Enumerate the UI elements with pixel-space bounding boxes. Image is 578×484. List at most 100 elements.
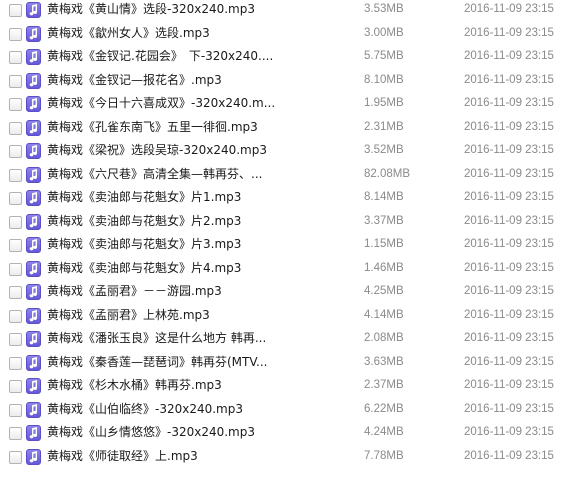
file-row[interactable]: 黄梅戏《卖油郎与花魁女》片2.mp3 3.37MB 2016-11-09 23:15 — [0, 212, 578, 236]
select-checkbox[interactable] — [9, 192, 22, 205]
file-name-link[interactable]: 黄梅戏《今日十六喜成双》-320x240.m... — [47, 94, 275, 112]
file-modified-date: 2016-11-09 23:15 — [464, 449, 554, 462]
file-name-link[interactable]: 黄梅戏《卖油郎与花魁女》片4.mp3 — [47, 259, 241, 277]
music-note-icon-glyph — [29, 215, 38, 227]
music-note-icon — [26, 237, 41, 253]
file-name-link[interactable]: 黄梅戏《卖油郎与花魁女》片2.mp3 — [47, 212, 241, 230]
music-note-icon-glyph — [29, 27, 38, 39]
select-checkbox[interactable] — [9, 380, 22, 393]
file-list: 黄梅戏《黄山情》选段-320x240.mp3 3.53MB 2016-11-09 2… — [0, 0, 578, 484]
music-note-icon-glyph — [29, 333, 38, 345]
file-name-link[interactable]: 黄梅戏《山伯临终》-320x240.mp3 — [47, 400, 243, 418]
file-name-link[interactable]: 黄梅戏《金钗记—报花名》.mp3 — [47, 71, 222, 89]
file-name-link[interactable]: 黄梅戏《金钗记.花园会》 下-320x240.... — [47, 47, 273, 65]
select-checkbox[interactable] — [9, 286, 22, 299]
file-name-link[interactable]: 黄梅戏《卖油郎与花魁女》片1.mp3 — [47, 188, 241, 206]
file-row[interactable]: 黄梅戏《六尺巷》高清全集—韩再芬、... 82.08MB 2016-11-09 23… — [0, 165, 578, 189]
file-name-link[interactable]: 黄梅戏《潘张玉良》这是什么地方 韩再... — [47, 329, 266, 347]
file-row[interactable]: 黄梅戏《孟丽君》－－游园.mp3 4.25MB 2016-11-09 23:15 — [0, 282, 578, 306]
select-checkbox[interactable] — [9, 427, 22, 440]
file-modified-date: 2016-11-09 23:15 — [464, 332, 554, 344]
file-row[interactable]: 黄梅戏《卖油郎与花魁女》片3.mp3 1.15MB 2016-11-09 23:15 — [0, 235, 578, 259]
music-note-icon-glyph — [29, 74, 38, 86]
file-name-link[interactable]: 黄梅戏《歙州女人》选段.mp3 — [47, 24, 210, 42]
file-size: 82.08MB — [364, 167, 411, 180]
file-modified-date: 2016-11-09 23:15 — [464, 238, 554, 250]
file-row[interactable]: 黄梅戏《歙州女人》选段.mp3 3.00MB 2016-11-09 23:15 — [0, 24, 578, 48]
music-note-icon-glyph — [29, 309, 38, 321]
music-note-icon — [26, 49, 41, 65]
file-row[interactable]: 黄梅戏《金钗记.花园会》 下-320x240.... 5.75MB 2016-11-… — [0, 47, 578, 71]
file-row[interactable]: 黄梅戏《孟丽君》上林苑.mp3 4.14MB 2016-11-09 23:15 — [0, 306, 578, 330]
music-note-icon-glyph — [29, 427, 38, 439]
file-size: 1.46MB — [364, 261, 404, 274]
file-name-link[interactable]: 黄梅戏《山乡情悠悠》-320x240.mp3 — [47, 423, 255, 441]
file-modified-date: 2016-11-09 23:15 — [464, 402, 554, 415]
file-row[interactable]: 黄梅戏《潘张玉良》这是什么地方 韩再... 2.08MB 2016-11-09 23… — [0, 329, 578, 353]
file-name-link[interactable]: 黄梅戏《黄山情》选段-320x240.mp3 — [47, 0, 255, 18]
select-checkbox[interactable] — [9, 121, 22, 135]
file-modified-date: 2016-11-09 23:15 — [464, 261, 554, 274]
music-note-icon-glyph — [29, 51, 38, 63]
music-note-icon-glyph — [29, 403, 38, 415]
file-modified-date: 2016-11-09 23:15 — [464, 26, 554, 39]
file-name-link[interactable]: 黄梅戏《杉木水桶》韩再芬.mp3 — [47, 376, 222, 394]
file-row[interactable]: 黄梅戏《山乡情悠悠》-320x240.mp3 4.24MB 2016-11-09 2… — [0, 423, 578, 447]
file-modified-date: 2016-11-09 23:15 — [464, 379, 554, 391]
select-checkbox[interactable] — [9, 51, 22, 64]
select-checkbox[interactable] — [9, 333, 22, 346]
music-note-icon — [26, 25, 41, 42]
music-note-icon — [26, 425, 41, 441]
file-modified-date: 2016-11-09 23:15 — [464, 73, 554, 86]
music-note-icon — [26, 354, 41, 371]
select-checkbox[interactable] — [9, 74, 22, 88]
file-row[interactable]: 黄梅戏《秦香莲—琵琶词》韩再芬(MTV... 3.63MB 2016-11-09 2… — [0, 353, 578, 377]
file-row[interactable]: 黄梅戏《梁祝》选段吴琼-320x240.mp3 3.52MB 2016-11-09 … — [0, 141, 578, 165]
select-checkbox[interactable] — [9, 168, 22, 182]
file-size: 1.15MB — [364, 238, 404, 250]
file-modified-date: 2016-11-09 23:15 — [464, 426, 554, 438]
music-note-icon — [26, 96, 41, 112]
file-row[interactable]: 黄梅戏《山伯临终》-320x240.mp3 6.22MB 2016-11-09 23… — [0, 400, 578, 424]
music-note-icon-glyph — [29, 380, 38, 392]
file-name-link[interactable]: 黄梅戏《六尺巷》高清全集—韩再芬、... — [47, 165, 262, 183]
file-name-link[interactable]: 黄梅戏《孟丽君》上林苑.mp3 — [47, 306, 210, 324]
file-row[interactable]: 黄梅戏《孔雀东南飞》五里一徘徊.mp3 2.31MB 2016-11-09 23:1… — [0, 118, 578, 142]
select-checkbox[interactable] — [9, 27, 22, 41]
music-note-icon — [26, 190, 41, 206]
file-size: 4.25MB — [364, 285, 404, 297]
file-name-link[interactable]: 黄梅戏《秦香莲—琵琶词》韩再芬(MTV... — [47, 353, 267, 371]
file-modified-date: 2016-11-09 23:15 — [464, 355, 554, 368]
file-name-link[interactable]: 黄梅戏《孟丽君》－－游园.mp3 — [47, 282, 222, 300]
file-row[interactable]: 黄梅戏《今日十六喜成双》-320x240.m... 1.95MB 2016-11-0… — [0, 94, 578, 118]
select-checkbox[interactable] — [9, 403, 22, 417]
select-checkbox[interactable] — [9, 239, 22, 252]
file-name-link[interactable]: 黄梅戏《梁祝》选段吴琼-320x240.mp3 — [47, 141, 267, 159]
music-note-icon — [26, 284, 41, 300]
select-checkbox[interactable] — [9, 98, 22, 111]
file-row[interactable]: 黄梅戏《卖油郎与花魁女》片1.mp3 8.14MB 2016-11-09 23:15 — [0, 188, 578, 212]
music-note-icon-glyph — [29, 262, 38, 274]
file-size: 3.63MB — [364, 355, 404, 368]
select-checkbox[interactable] — [9, 309, 22, 323]
select-checkbox[interactable] — [9, 4, 22, 17]
file-name-link[interactable]: 黄梅戏《孔雀东南飞》五里一徘徊.mp3 — [47, 118, 258, 136]
file-row[interactable]: 黄梅戏《杉木水桶》韩再芬.mp3 2.37MB 2016-11-09 23:15 — [0, 376, 578, 400]
music-note-icon — [26, 2, 41, 18]
select-checkbox[interactable] — [9, 262, 22, 276]
music-note-icon-glyph — [29, 145, 38, 157]
file-row[interactable]: 黄梅戏《师徒取经》上.mp3 7.78MB 2016-11-09 23:15 — [0, 447, 578, 471]
select-checkbox[interactable] — [9, 145, 22, 158]
select-checkbox[interactable] — [9, 356, 22, 370]
file-size: 7.78MB — [364, 449, 404, 462]
file-row[interactable]: 黄梅戏《金钗记—报花名》.mp3 8.10MB 2016-11-09 23:15 — [0, 71, 578, 95]
file-row[interactable]: 黄梅戏《黄山情》选段-320x240.mp3 3.53MB 2016-11-09 2… — [0, 0, 578, 24]
file-row[interactable]: 黄梅戏《卖油郎与花魁女》片4.mp3 1.46MB 2016-11-09 23:15 — [0, 259, 578, 283]
file-name-link[interactable]: 黄梅戏《师徒取经》上.mp3 — [47, 447, 198, 465]
select-checkbox[interactable] — [9, 215, 22, 229]
music-note-icon-glyph — [29, 168, 38, 180]
file-size: 2.31MB — [364, 120, 404, 133]
select-checkbox[interactable] — [9, 450, 22, 464]
music-note-icon — [26, 213, 41, 230]
file-name-link[interactable]: 黄梅戏《卖油郎与花魁女》片3.mp3 — [47, 235, 241, 253]
